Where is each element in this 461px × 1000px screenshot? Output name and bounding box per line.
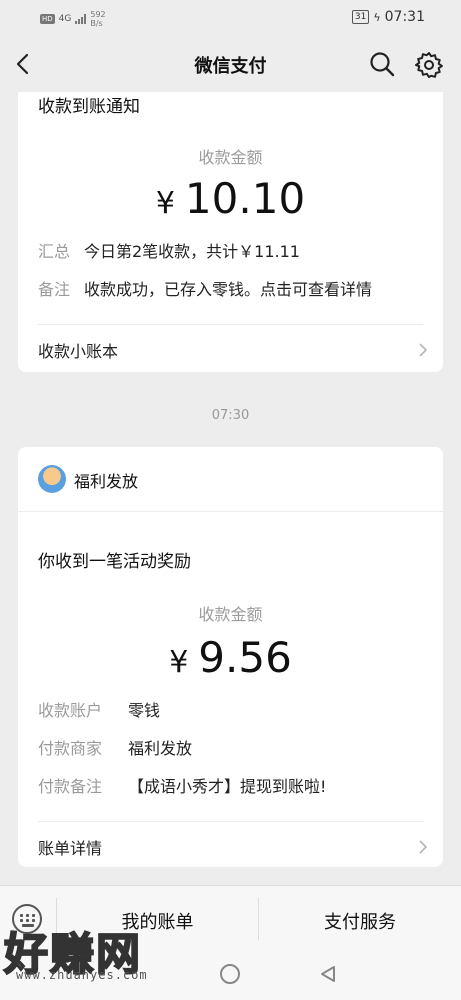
network-type: 4G — [58, 14, 72, 24]
status-bar: HD 4G 592 B/s 31 ϟ 07:31 — [0, 0, 461, 36]
card-title: 你收到一笔活动奖励 — [38, 552, 191, 572]
remark-row: 备注 收款成功，已存入零钱。点击可查看详情 — [38, 280, 373, 299]
payment-services-button[interactable]: 支付服务 — [259, 908, 461, 934]
payment-notification-card[interactable]: 收款到账通知 收款金额 ¥10.10 汇总 今日第2笔收款，共计￥11.11 备… — [18, 92, 443, 372]
bottom-menu: 我的账单 支付服务 — [0, 885, 461, 951]
link-label: 账单详情 — [38, 839, 103, 858]
system-nav-bar — [0, 950, 461, 1000]
search-icon[interactable] — [368, 50, 396, 78]
circle-home-icon[interactable] — [220, 964, 240, 984]
chevron-right-icon — [419, 840, 428, 854]
amount-label: 收款金额 — [198, 148, 263, 167]
merchant-name: 福利发放 — [74, 472, 139, 491]
triangle-back-icon[interactable] — [318, 964, 338, 984]
keyboard-icon[interactable] — [12, 904, 42, 934]
merchant-header: 福利发放 — [18, 447, 443, 512]
amount-label: 收款金额 — [198, 605, 263, 624]
signal-icon — [75, 14, 87, 24]
merchant-avatar — [38, 465, 66, 493]
divider — [38, 821, 423, 822]
summary-row: 汇总 今日第2笔收款，共计￥11.11 — [38, 242, 300, 261]
merchant-row: 付款商家 福利发放 — [38, 739, 193, 758]
receipt-ledger-link[interactable]: 收款小账本 — [38, 338, 429, 362]
chevron-right-icon — [419, 343, 428, 357]
amount-value: ¥9.56 — [169, 633, 292, 682]
gear-icon[interactable] — [414, 50, 444, 80]
card-title: 收款到账通知 — [38, 97, 140, 117]
link-label: 收款小账本 — [38, 342, 119, 361]
battery-icon: 31 — [351, 10, 370, 24]
nav-bar: 微信支付 — [0, 36, 461, 92]
net-speed: 592 B/s — [90, 10, 106, 28]
message-timestamp: 07:30 — [211, 408, 250, 423]
status-right: 31 ϟ 07:31 — [351, 9, 425, 25]
charging-icon: ϟ — [373, 10, 381, 24]
my-bills-button[interactable]: 我的账单 — [57, 908, 258, 934]
payment-remark-row: 付款备注 【成语小秀才】提现到账啦! — [38, 777, 327, 796]
account-row: 收款账户 零钱 — [38, 701, 161, 720]
status-left: HD 4G 592 B/s — [40, 10, 106, 28]
hd-badge: HD — [40, 14, 55, 24]
status-time: 07:31 — [384, 9, 425, 25]
divider — [38, 324, 423, 325]
amount-value: ¥10.10 — [155, 174, 306, 223]
reward-card[interactable]: 福利发放 你收到一笔活动奖励 收款金额 ¥9.56 收款账户 零钱 付款商家 福… — [18, 447, 443, 867]
bill-details-link[interactable]: 账单详情 — [38, 835, 429, 859]
